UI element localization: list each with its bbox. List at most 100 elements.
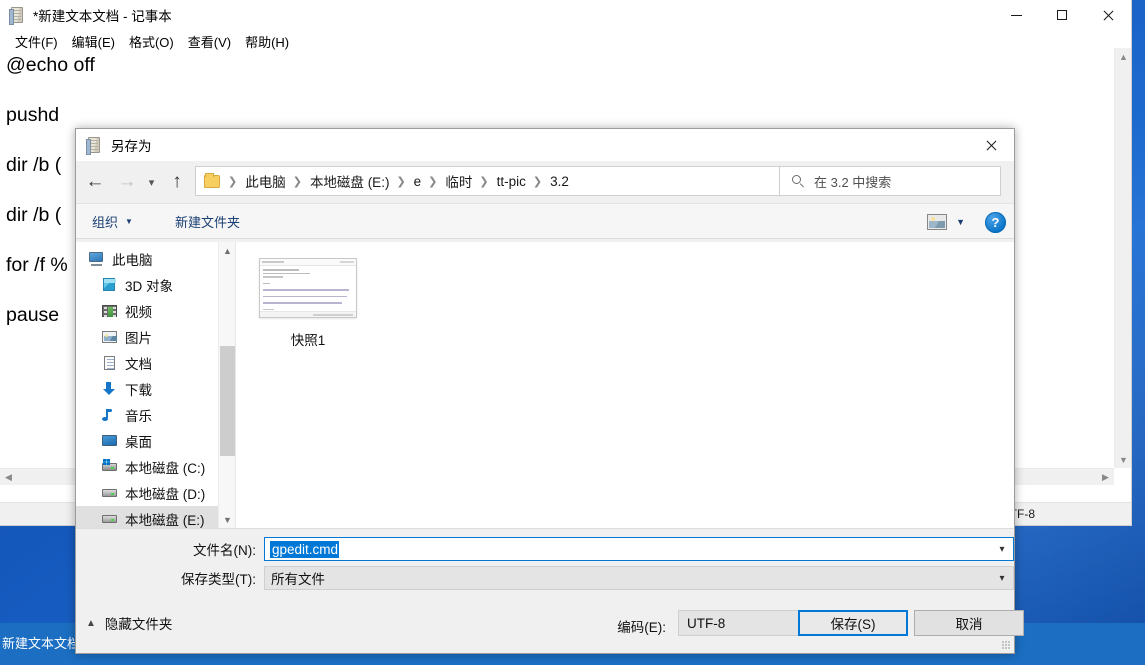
- sidebar-item-drive-d[interactable]: 本地磁盘 (D:): [76, 480, 235, 506]
- save-form: 文件名(N): gpedit.cmd ▾ 保存类型(T): 所有文件 ▾: [76, 528, 1014, 592]
- filetype-label: 保存类型(T):: [76, 568, 264, 588]
- filetype-select[interactable]: 所有文件 ▾: [264, 566, 1014, 590]
- view-layout-icon[interactable]: [927, 214, 947, 230]
- chevron-up-icon[interactable]: ▲: [219, 242, 236, 259]
- filename-row: 文件名(N): gpedit.cmd ▾: [76, 537, 1014, 561]
- up-button[interactable]: ↑: [163, 167, 191, 197]
- file-list-pane[interactable]: 快照1: [236, 242, 1014, 528]
- sidebar-item-downloads[interactable]: 下载: [76, 376, 235, 402]
- minimize-icon: [1011, 15, 1022, 16]
- navigation-bar: ← → ▾ ↑ ❯ 此电脑 ❯ 本地磁盘 (E:) ❯ e ❯ 临时 ❯ tt-…: [76, 161, 1014, 203]
- notepad-menubar: 文件(F) 编辑(E) 格式(O) 查看(V) 帮助(H): [0, 30, 1131, 52]
- search-placeholder: 在 3.2 中搜索: [814, 172, 891, 191]
- sidebar-scrollbar[interactable]: ▲ ▼: [218, 242, 235, 528]
- chevron-up-icon: ▲: [86, 618, 96, 629]
- filename-input[interactable]: gpedit.cmd ▾: [264, 537, 1014, 561]
- sidebar-item-3d-objects[interactable]: 3D 对象: [76, 272, 235, 298]
- dialog-toolbar: 组织 ▼ 新建文件夹 ▼ ?: [76, 203, 1014, 239]
- videos-icon: [101, 303, 118, 319]
- search-box[interactable]: 在 3.2 中搜索: [779, 166, 1001, 196]
- search-icon: [792, 175, 805, 188]
- chevron-down-icon[interactable]: ▾: [991, 567, 1013, 589]
- breadcrumb-segment-4[interactable]: tt-pic: [494, 174, 529, 189]
- 3d-objects-icon: [101, 277, 118, 293]
- menu-help[interactable]: 帮助(H): [238, 30, 296, 53]
- menu-format[interactable]: 格式(O): [122, 30, 181, 53]
- maximize-icon: [1057, 10, 1067, 20]
- music-icon: [101, 407, 118, 423]
- organize-button[interactable]: 组织 ▼: [82, 208, 143, 234]
- scroll-up-icon[interactable]: ▲: [1115, 48, 1132, 65]
- breadcrumb-separator: ❯: [475, 175, 493, 188]
- breadcrumb-segment-3[interactable]: 临时: [442, 171, 475, 191]
- chevron-down-icon[interactable]: ▼: [219, 511, 236, 528]
- sidebar-item-videos[interactable]: 视频: [76, 298, 235, 324]
- breadcrumb-separator: ❯: [392, 175, 410, 188]
- maximize-button[interactable]: [1039, 0, 1085, 30]
- organize-label: 组织: [92, 212, 118, 231]
- new-folder-label: 新建文件夹: [175, 212, 240, 231]
- close-icon: [1103, 10, 1114, 21]
- breadcrumb-segment-5[interactable]: 3.2: [547, 174, 572, 189]
- dialog-body: 此电脑 3D 对象 视频 图片 文档: [76, 242, 1014, 528]
- sidebar-item-drive-c[interactable]: 本地磁盘 (C:): [76, 454, 235, 480]
- new-folder-button[interactable]: 新建文件夹: [165, 208, 250, 234]
- sidebar-item-drive-e[interactable]: 本地磁盘 (E:): [76, 506, 235, 528]
- toolbar-right-group: ▼ ?: [927, 204, 1006, 240]
- folder-tree: 此电脑 3D 对象 视频 图片 文档: [76, 242, 235, 528]
- close-icon: [986, 140, 997, 151]
- scroll-right-icon[interactable]: ▶: [1097, 469, 1114, 486]
- hide-folders-toggle[interactable]: ▲ 隐藏文件夹: [86, 613, 172, 633]
- scroll-left-icon[interactable]: ◀: [0, 469, 17, 486]
- resize-handle[interactable]: [1002, 641, 1011, 650]
- encoding-value: UTF-8: [679, 616, 725, 631]
- breadcrumb-segment-0[interactable]: 此电脑: [242, 171, 289, 191]
- filename-value[interactable]: gpedit.cmd: [270, 541, 339, 558]
- chevron-down-icon: ▼: [125, 217, 133, 226]
- thumbnail-titlebar: [260, 259, 356, 266]
- save-button[interactable]: 保存(S): [798, 610, 908, 636]
- notepad-icon: [10, 7, 26, 23]
- notepad-titlebar[interactable]: *新建文本文档 - 记事本: [0, 0, 1131, 30]
- recent-locations-button[interactable]: ▾: [142, 167, 161, 197]
- menu-view[interactable]: 查看(V): [181, 30, 238, 53]
- breadcrumb-segment-2[interactable]: e: [411, 174, 425, 189]
- file-thumbnail: [259, 258, 357, 318]
- breadcrumb-segment-1[interactable]: 本地磁盘 (E:): [307, 171, 393, 191]
- list-item[interactable]: 快照1: [258, 258, 358, 349]
- dialog-titlebar[interactable]: 另存为: [76, 129, 1014, 161]
- chevron-down-icon[interactable]: ▼: [956, 217, 965, 227]
- breadcrumb[interactable]: ❯ 此电脑 ❯ 本地磁盘 (E:) ❯ e ❯ 临时 ❯ tt-pic ❯ 3.…: [195, 166, 804, 196]
- sidebar-item-desktop[interactable]: 桌面: [76, 428, 235, 454]
- breadcrumb-separator: ❯: [224, 175, 242, 188]
- dialog-footer: ▲ 隐藏文件夹 编码(E): UTF-8 ▾ 保存(S) 取消: [76, 592, 1014, 653]
- sidebar-item-documents[interactable]: 文档: [76, 350, 235, 376]
- notepad-vertical-scrollbar[interactable]: ▲ ▼: [1114, 48, 1131, 468]
- cancel-button[interactable]: 取消: [914, 610, 1024, 636]
- close-button[interactable]: [1085, 0, 1131, 30]
- breadcrumb-separator: ❯: [289, 175, 307, 188]
- desktop-icon: [101, 433, 118, 449]
- menu-file[interactable]: 文件(F): [8, 30, 65, 53]
- navigation-pane: 此电脑 3D 对象 视频 图片 文档: [76, 242, 236, 528]
- chevron-down-icon[interactable]: ▾: [991, 538, 1013, 560]
- sidebar-item-pictures[interactable]: 图片: [76, 324, 235, 350]
- menu-edit[interactable]: 编辑(E): [65, 30, 122, 53]
- help-button[interactable]: ?: [985, 212, 1006, 233]
- scroll-down-icon[interactable]: ▼: [1115, 451, 1132, 468]
- back-button[interactable]: ←: [81, 167, 109, 197]
- system-drive-icon: [101, 459, 118, 475]
- scrollbar-thumb[interactable]: [220, 346, 235, 456]
- thumbnail-statusbar: [260, 311, 356, 317]
- filetype-value: 所有文件: [265, 568, 325, 588]
- sidebar-item-this-pc[interactable]: 此电脑: [76, 246, 235, 272]
- filetype-row: 保存类型(T): 所有文件 ▾: [76, 566, 1014, 590]
- pictures-icon: [101, 329, 118, 345]
- forward-button[interactable]: →: [113, 167, 141, 197]
- file-name-label: 快照1: [291, 329, 326, 349]
- drive-icon: [101, 485, 118, 501]
- drive-icon: [101, 511, 118, 527]
- dialog-close-button[interactable]: [968, 129, 1014, 161]
- sidebar-item-music[interactable]: 音乐: [76, 402, 235, 428]
- minimize-button[interactable]: [993, 0, 1039, 30]
